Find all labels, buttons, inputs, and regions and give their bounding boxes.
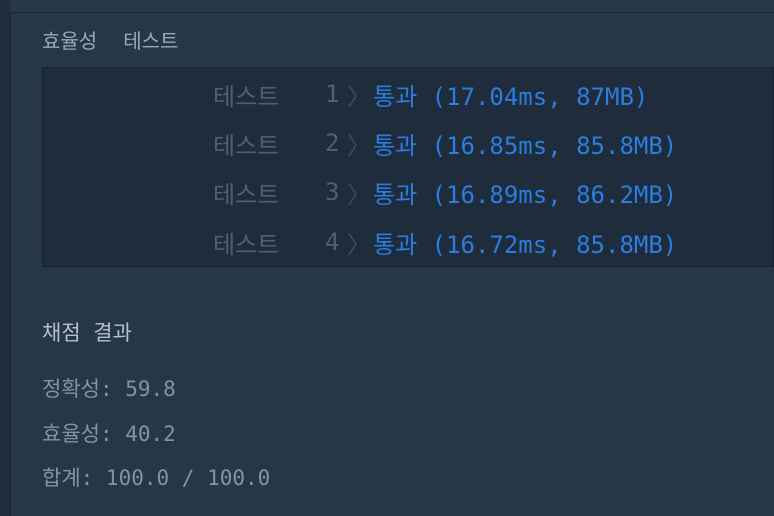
test-row-1: 테스트 1 〉 통과 (17.04ms, 87MB) [213, 77, 648, 111]
test-name: 테스트 [213, 131, 280, 160]
chevron-right-icon: 〉 [347, 180, 371, 209]
test-results-panel: 테스트 1 〉 통과 (17.04ms, 87MB) 테스트 2 〉 통과 (1… [42, 67, 774, 267]
test-number: 1 [325, 80, 340, 108]
efficiency-score: 효율성: 40.2 [42, 422, 176, 446]
test-result: 통과 (16.72ms, 85.8MB) [373, 230, 678, 259]
test-name: 테스트 [213, 82, 280, 111]
test-result: 통과 (16.89ms, 86.2MB) [373, 180, 678, 209]
test-label: 테스트 [123, 28, 179, 53]
efficiency-label: 효율성 [42, 28, 98, 53]
test-name: 테스트 [213, 180, 280, 209]
test-row-3: 테스트 3 〉 통과 (16.89ms, 86.2MB) [213, 175, 677, 209]
test-number: 4 [325, 228, 340, 256]
chevron-right-icon: 〉 [347, 131, 371, 160]
total-score: 합계: 100.0 / 100.0 [42, 466, 271, 490]
chevron-right-icon: 〉 [347, 82, 371, 111]
accuracy-score: 정확성: 59.8 [42, 377, 176, 401]
test-name: 테스트 [213, 230, 280, 259]
test-number: 3 [325, 178, 340, 206]
chevron-right-icon: 〉 [347, 230, 371, 259]
test-row-4: 테스트 4 〉 통과 (16.72ms, 85.8MB) [213, 225, 677, 259]
test-result: 통과 (17.04ms, 87MB) [373, 82, 649, 111]
grading-result-title: 채점 결과 [42, 321, 132, 345]
section-header: 효율성 테스트 [42, 24, 178, 54]
test-number: 2 [325, 129, 340, 157]
test-row-2: 테스트 2 〉 통과 (16.85ms, 85.8MB) [213, 126, 677, 160]
left-border [0, 0, 11, 516]
top-border [10, 0, 774, 13]
test-result: 통과 (16.85ms, 85.8MB) [373, 131, 678, 160]
